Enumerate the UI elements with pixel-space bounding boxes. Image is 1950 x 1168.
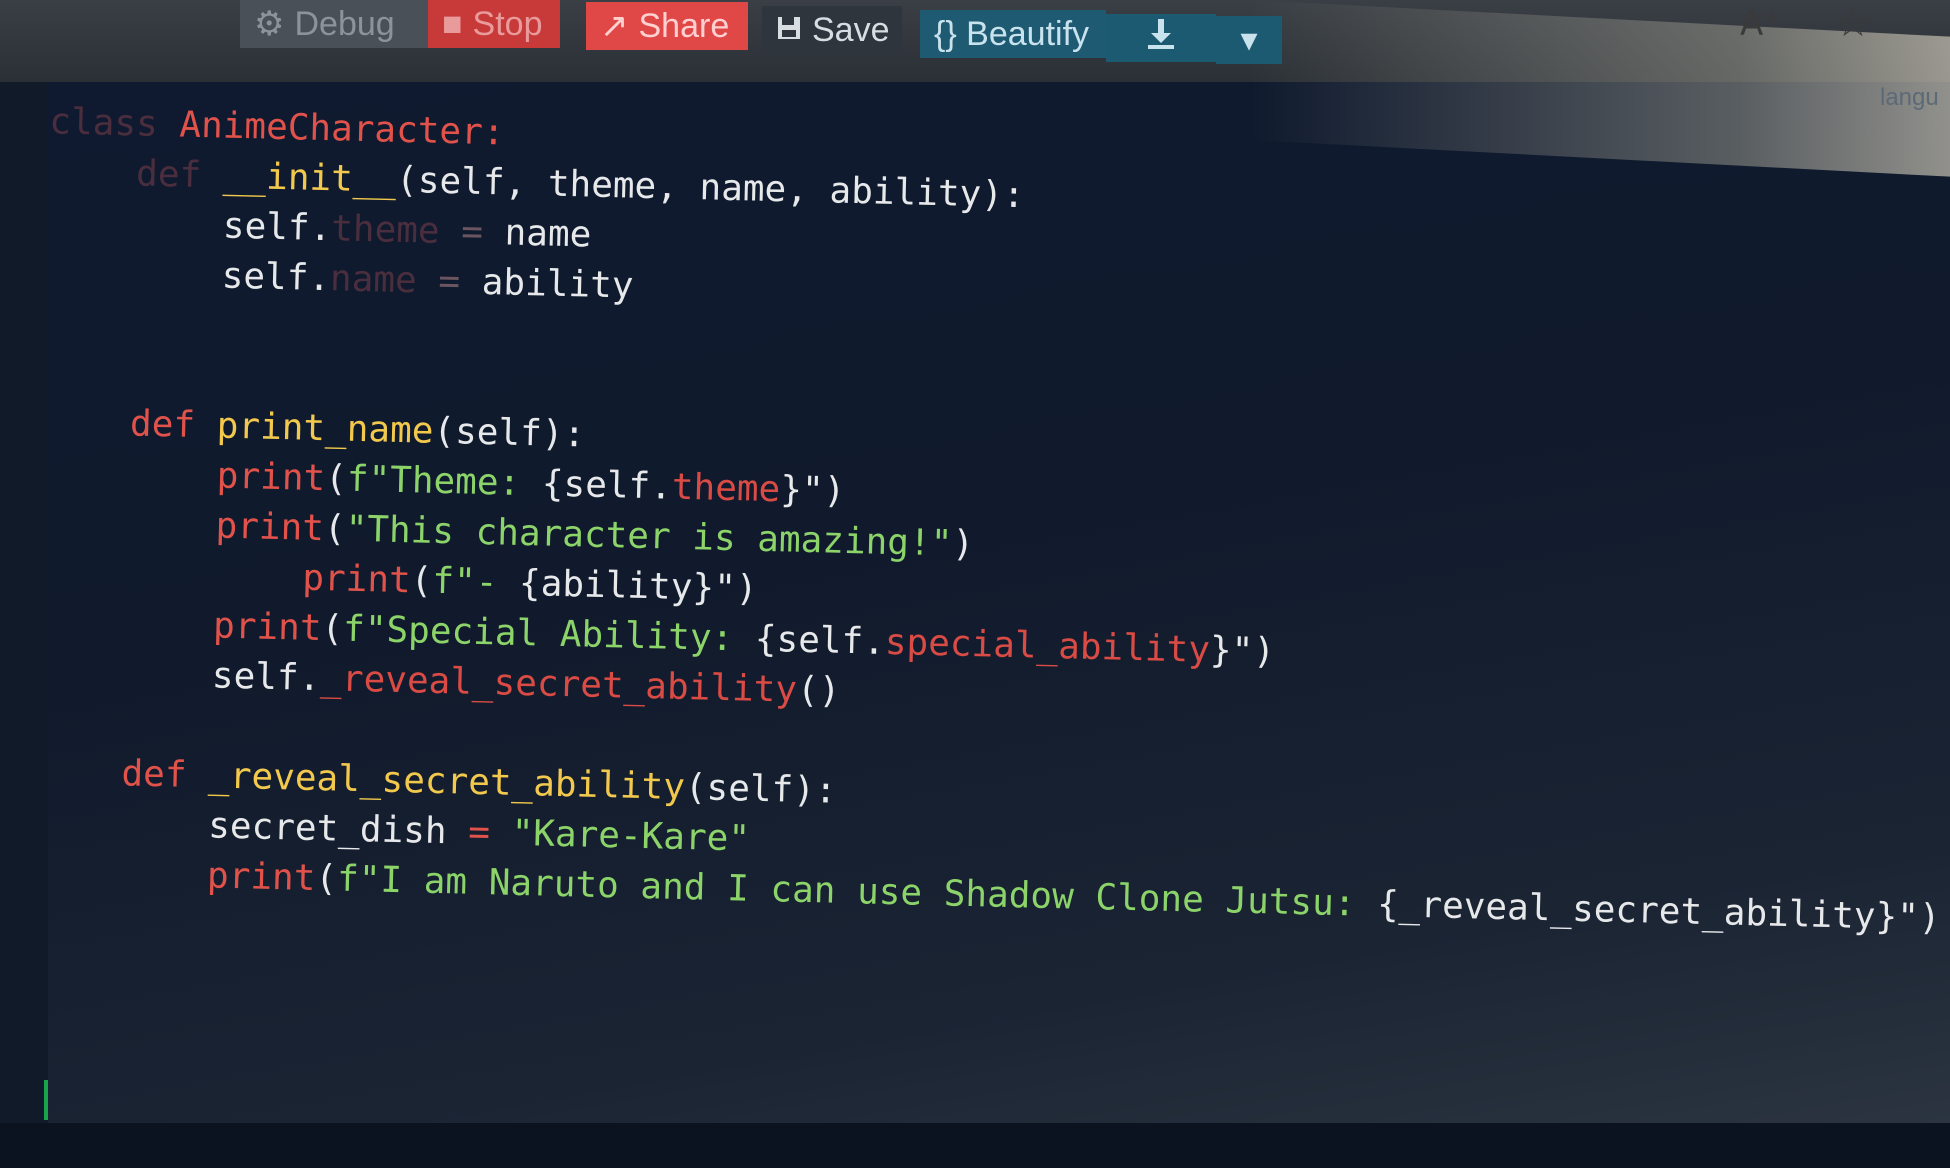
code-token: name	[329, 258, 418, 302]
code-token: (	[321, 608, 344, 650]
text-cursor	[44, 1080, 48, 1120]
code-token: ")	[1231, 630, 1276, 673]
code-token: AnimeCharacter:	[178, 104, 505, 154]
code-token: (	[323, 508, 347, 550]
code-token: {_reveal_secret_ability}	[1376, 883, 1898, 938]
code-line: def print_name(self):	[129, 400, 586, 459]
code-token: def	[135, 153, 224, 197]
code-token: }	[1209, 629, 1233, 672]
code-token: {ability}	[518, 562, 715, 609]
code-token: ()	[796, 669, 841, 712]
code-token: print_name	[216, 405, 434, 452]
code-token: print	[216, 455, 326, 500]
code-token: ability	[481, 261, 634, 307]
code-token: self.	[211, 655, 321, 700]
code-line: class AnimeCharacter:	[49, 98, 505, 157]
code-token: ")	[713, 567, 758, 610]
code-token: self.	[221, 255, 331, 300]
code-token: print	[206, 855, 316, 900]
code-token: print	[212, 605, 323, 650]
code-token: (self):	[432, 410, 586, 456]
code-token: ")	[801, 469, 846, 512]
code-line: self.theme = name	[222, 203, 592, 260]
code-token: "Kare-Kare"	[511, 812, 751, 860]
code-token: }	[779, 469, 803, 511]
code-token: (self):	[684, 767, 838, 812]
code-token: __init__	[222, 155, 397, 201]
code-line: self.name = ability	[221, 253, 634, 311]
code-token: class	[48, 101, 180, 146]
code-token: _reveal_secret_ability	[207, 755, 686, 809]
code-token: theme	[330, 208, 441, 252]
code-token: secret_dish	[207, 805, 448, 853]
font-size-icon[interactable]: A⁺	[1740, 4, 1781, 44]
code-area[interactable]: class AnimeCharacter: def __init__(self, …	[0, 0, 1950, 1167]
code-line: print(f"- {ability}")	[302, 555, 758, 614]
code-token: =	[439, 210, 506, 254]
code-token: (	[324, 458, 348, 500]
star-icon[interactable]: ☆	[1835, 0, 1871, 46]
code-token: def	[121, 753, 209, 797]
code-token: def	[129, 403, 218, 447]
code-line: print(f"I am Naruto and I can use Shadow…	[206, 852, 1941, 942]
code-token: special_ability	[884, 621, 1211, 671]
code-token: f"I am Naruto and I can use Shadow Clone…	[336, 858, 1378, 925]
code-token: f"Special Ability:	[342, 608, 756, 660]
code-token: =	[416, 260, 483, 303]
code-token: {self.	[754, 618, 886, 663]
code-token: {self.	[541, 463, 673, 508]
code-token: )	[951, 523, 975, 565]
code-token: _reveal_secret_ability	[319, 658, 798, 711]
code-token: print	[301, 557, 412, 602]
code-token: =	[446, 811, 513, 854]
code-token: self.	[222, 205, 332, 250]
code-token: "This character is amazing!"	[345, 508, 953, 565]
code-token: name	[504, 212, 592, 256]
code-token: f"-	[431, 560, 520, 604]
code-token: f"Theme:	[346, 458, 543, 505]
code-token: (	[314, 858, 338, 900]
code-token: theme	[671, 466, 781, 511]
code-token: print	[215, 505, 325, 550]
code-token: (self, theme, name, ability):	[395, 159, 1026, 217]
code-token: ")	[1896, 896, 1941, 939]
code-token: (	[410, 560, 433, 602]
